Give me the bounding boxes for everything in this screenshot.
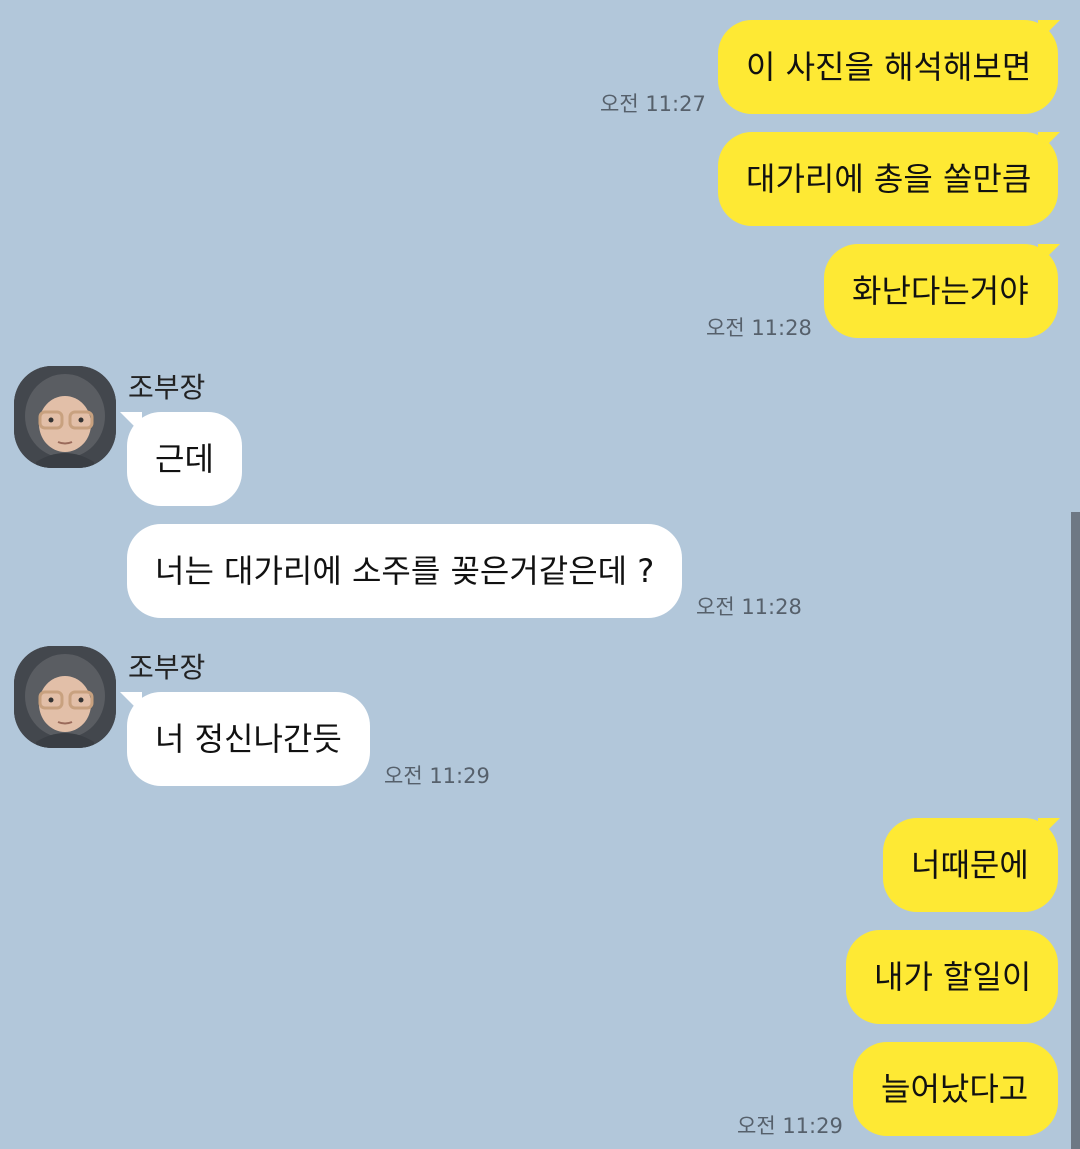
their-message-bubble[interactable]: 너 정신나간듯	[127, 692, 370, 786]
message-text: 근데	[155, 440, 214, 478]
message-text: 너는 대가리에 소주를 꽂은거같은데 ?	[155, 552, 655, 590]
message-time: 오전 11:29	[737, 1114, 843, 1138]
my-message-bubble[interactable]: 너때문에	[883, 818, 1058, 912]
my-message-bubble[interactable]: 화난다는거야	[824, 244, 1058, 338]
message-time: 오전 11:28	[696, 595, 802, 619]
scrollbar[interactable]	[1071, 512, 1080, 1149]
message-time: 오전 11:28	[706, 316, 812, 340]
message-text: 너때문에	[911, 846, 1029, 884]
contact-avatar[interactable]	[14, 646, 116, 748]
message-text: 너 정신나간듯	[155, 720, 342, 758]
avatar-photo	[14, 366, 116, 468]
chat-area[interactable]: 이 사진을 해석해보면 오전 11:27 대가리에 총을 쏠만큼 화난다는거야 …	[0, 0, 1080, 1149]
message-text: 내가 할일이	[874, 958, 1032, 996]
my-message-bubble[interactable]: 늘어났다고	[853, 1042, 1058, 1136]
sender-name: 조부장	[128, 371, 206, 404]
message-text: 화난다는거야	[852, 272, 1029, 310]
sender-name: 조부장	[128, 651, 206, 684]
message-text: 이 사진을 해석해보면	[746, 48, 1032, 86]
avatar-photo	[14, 646, 116, 748]
message-text: 늘어났다고	[881, 1070, 1029, 1108]
message-time: 오전 11:27	[600, 92, 706, 116]
their-message-bubble[interactable]: 너는 대가리에 소주를 꽂은거같은데 ?	[127, 524, 682, 618]
their-message-bubble[interactable]: 근데	[127, 412, 242, 506]
message-text: 대가리에 총을 쏠만큼	[746, 160, 1032, 198]
message-time: 오전 11:29	[384, 764, 490, 788]
contact-avatar[interactable]	[14, 366, 116, 468]
my-message-bubble[interactable]: 이 사진을 해석해보면	[718, 20, 1058, 114]
my-message-bubble[interactable]: 대가리에 총을 쏠만큼	[718, 132, 1058, 226]
my-message-bubble[interactable]: 내가 할일이	[846, 930, 1058, 1024]
